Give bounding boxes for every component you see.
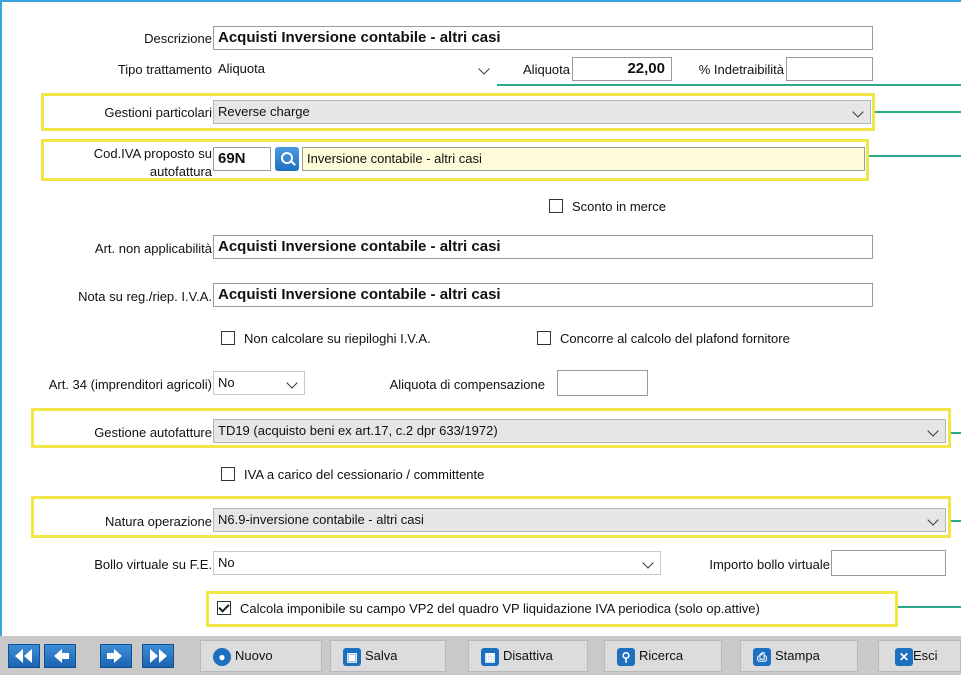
nota-reg-label: Nota su reg./riep. I.V.A.: [78, 289, 212, 304]
stampa-label: Stampa: [775, 648, 820, 663]
art34-select[interactable]: No: [213, 371, 305, 395]
indetraibilita-label: % Indetraibilità: [698, 62, 784, 77]
descrizione-input[interactable]: Acquisti Inversione contabile - altri ca…: [213, 26, 873, 50]
window-left-border: [0, 0, 2, 636]
sconto-merce-checkbox[interactable]: [549, 199, 563, 213]
disattiva-label: Disattiva: [503, 648, 553, 663]
esci-button[interactable]: ✕ Esci: [878, 640, 961, 672]
chevron-down-icon: [286, 377, 298, 389]
aliquota-compensazione-label: Aliquota di compensazione: [389, 377, 545, 392]
aliquota-compensazione-input[interactable]: [557, 370, 648, 396]
cod-iva-code-input[interactable]: 69N: [213, 147, 271, 171]
gestione-autofatture-value: TD19 (acquisto beni ex art.17, c.2 dpr 6…: [218, 423, 498, 438]
bollo-virtuale-select[interactable]: No: [213, 551, 661, 575]
new-icon: ●: [213, 648, 231, 666]
last-record-icon[interactable]: [142, 644, 174, 668]
bollo-virtuale-value: No: [218, 555, 235, 570]
gestione-autofatture-select[interactable]: TD19 (acquisto beni ex art.17, c.2 dpr 6…: [213, 419, 946, 443]
chevron-down-icon: [852, 106, 864, 118]
natura-operazione-select[interactable]: N6.9-inversione contabile - altri casi: [213, 508, 946, 532]
tipo-trattamento-value: Aliquota: [218, 61, 265, 76]
stampa-button[interactable]: ⎙ Stampa: [740, 640, 858, 672]
iva-carico-checkbox[interactable]: [221, 467, 235, 481]
gestione-autofatture-label: Gestione autofatture: [94, 425, 212, 440]
tipo-trattamento-select[interactable]: Aliquota: [213, 57, 497, 81]
nuovo-label: Nuovo: [235, 648, 273, 663]
cod-iva-label-line2: autofattura: [149, 164, 212, 179]
art34-label: Art. 34 (imprenditori agricoli): [48, 377, 212, 392]
indetraibilita-input[interactable]: [786, 57, 873, 81]
importo-bollo-input[interactable]: [831, 550, 946, 576]
gestioni-particolari-label: Gestioni particolari: [104, 105, 212, 120]
search-icon: ⚲: [617, 648, 635, 666]
search-icon[interactable]: [275, 147, 299, 171]
gestioni-particolari-value: Reverse charge: [218, 104, 310, 119]
concorre-plafond-checkbox[interactable]: [537, 331, 551, 345]
chevron-down-icon: [478, 63, 490, 75]
art-non-applicabilita-input[interactable]: Acquisti Inversione contabile - altri ca…: [213, 235, 873, 259]
non-calcolare-checkbox[interactable]: [221, 331, 235, 345]
save-icon: ▣: [343, 648, 361, 666]
ricerca-label: Ricerca: [639, 648, 684, 663]
calcola-imponibile-label: Calcola imponibile su campo VP2 del quad…: [240, 601, 760, 616]
callout-line: [951, 520, 961, 522]
bollo-virtuale-label: Bollo virtuale su F.E.: [94, 557, 212, 572]
cod-iva-description: Inversione contabile - altri casi: [302, 147, 865, 171]
chevron-down-icon: [927, 514, 939, 526]
calcola-imponibile-checkbox[interactable]: [217, 601, 231, 615]
concorre-plafond-label: Concorre al calcolo del plafond fornitor…: [560, 331, 790, 346]
disattiva-button[interactable]: ▦ Disattiva: [468, 640, 588, 672]
salva-button[interactable]: ▣ Salva: [330, 640, 446, 672]
salva-label: Salva: [365, 648, 398, 663]
cod-iva-label: Cod.IVA proposto su autofattura: [52, 146, 212, 180]
natura-operazione-label: Natura operazione: [105, 514, 212, 529]
next-record-icon[interactable]: [100, 644, 132, 668]
checkmark-icon: [218, 601, 230, 613]
nuovo-button[interactable]: ● Nuovo: [200, 640, 322, 672]
chevron-down-icon: [927, 425, 939, 437]
callout-line: [869, 155, 961, 157]
art-non-applicabilita-label: Art. non applicabilità: [94, 241, 212, 256]
sconto-merce-label: Sconto in merce: [572, 199, 666, 214]
first-record-icon[interactable]: [8, 644, 40, 668]
bottom-toolbar: ● Nuovo ▣ Salva ▦ Disattiva ⚲ Ricerca ⎙ …: [0, 636, 961, 675]
non-calcolare-label: Non calcolare su riepiloghi I.V.A.: [244, 331, 431, 346]
esci-label: Esci: [913, 648, 938, 663]
chevron-down-icon: [642, 557, 654, 569]
iva-carico-label: IVA a carico del cessionario / committen…: [244, 467, 485, 482]
art34-value: No: [218, 375, 235, 390]
gestioni-particolari-select[interactable]: Reverse charge: [213, 100, 871, 124]
importo-bollo-label: Importo bollo virtuale: [709, 557, 830, 572]
print-icon: ⎙: [753, 648, 771, 666]
disable-icon: ▦: [481, 648, 499, 666]
descrizione-label: Descrizione: [144, 31, 212, 46]
nota-reg-input[interactable]: Acquisti Inversione contabile - altri ca…: [213, 283, 873, 307]
close-icon: ✕: [895, 648, 913, 666]
callout-line: [898, 606, 961, 608]
previous-record-icon[interactable]: [44, 644, 76, 668]
natura-operazione-value: N6.9-inversione contabile - altri casi: [218, 512, 424, 527]
tipo-trattamento-label: Tipo trattamento: [117, 62, 212, 77]
aliquota-input[interactable]: 22,00: [572, 57, 672, 81]
ricerca-button[interactable]: ⚲ Ricerca: [604, 640, 722, 672]
aliquota-label: Aliquota: [523, 62, 570, 77]
callout-line: [875, 111, 961, 113]
cod-iva-label-line1: Cod.IVA proposto su: [93, 146, 212, 161]
callout-line: [951, 432, 961, 434]
callout-line: [497, 84, 961, 86]
